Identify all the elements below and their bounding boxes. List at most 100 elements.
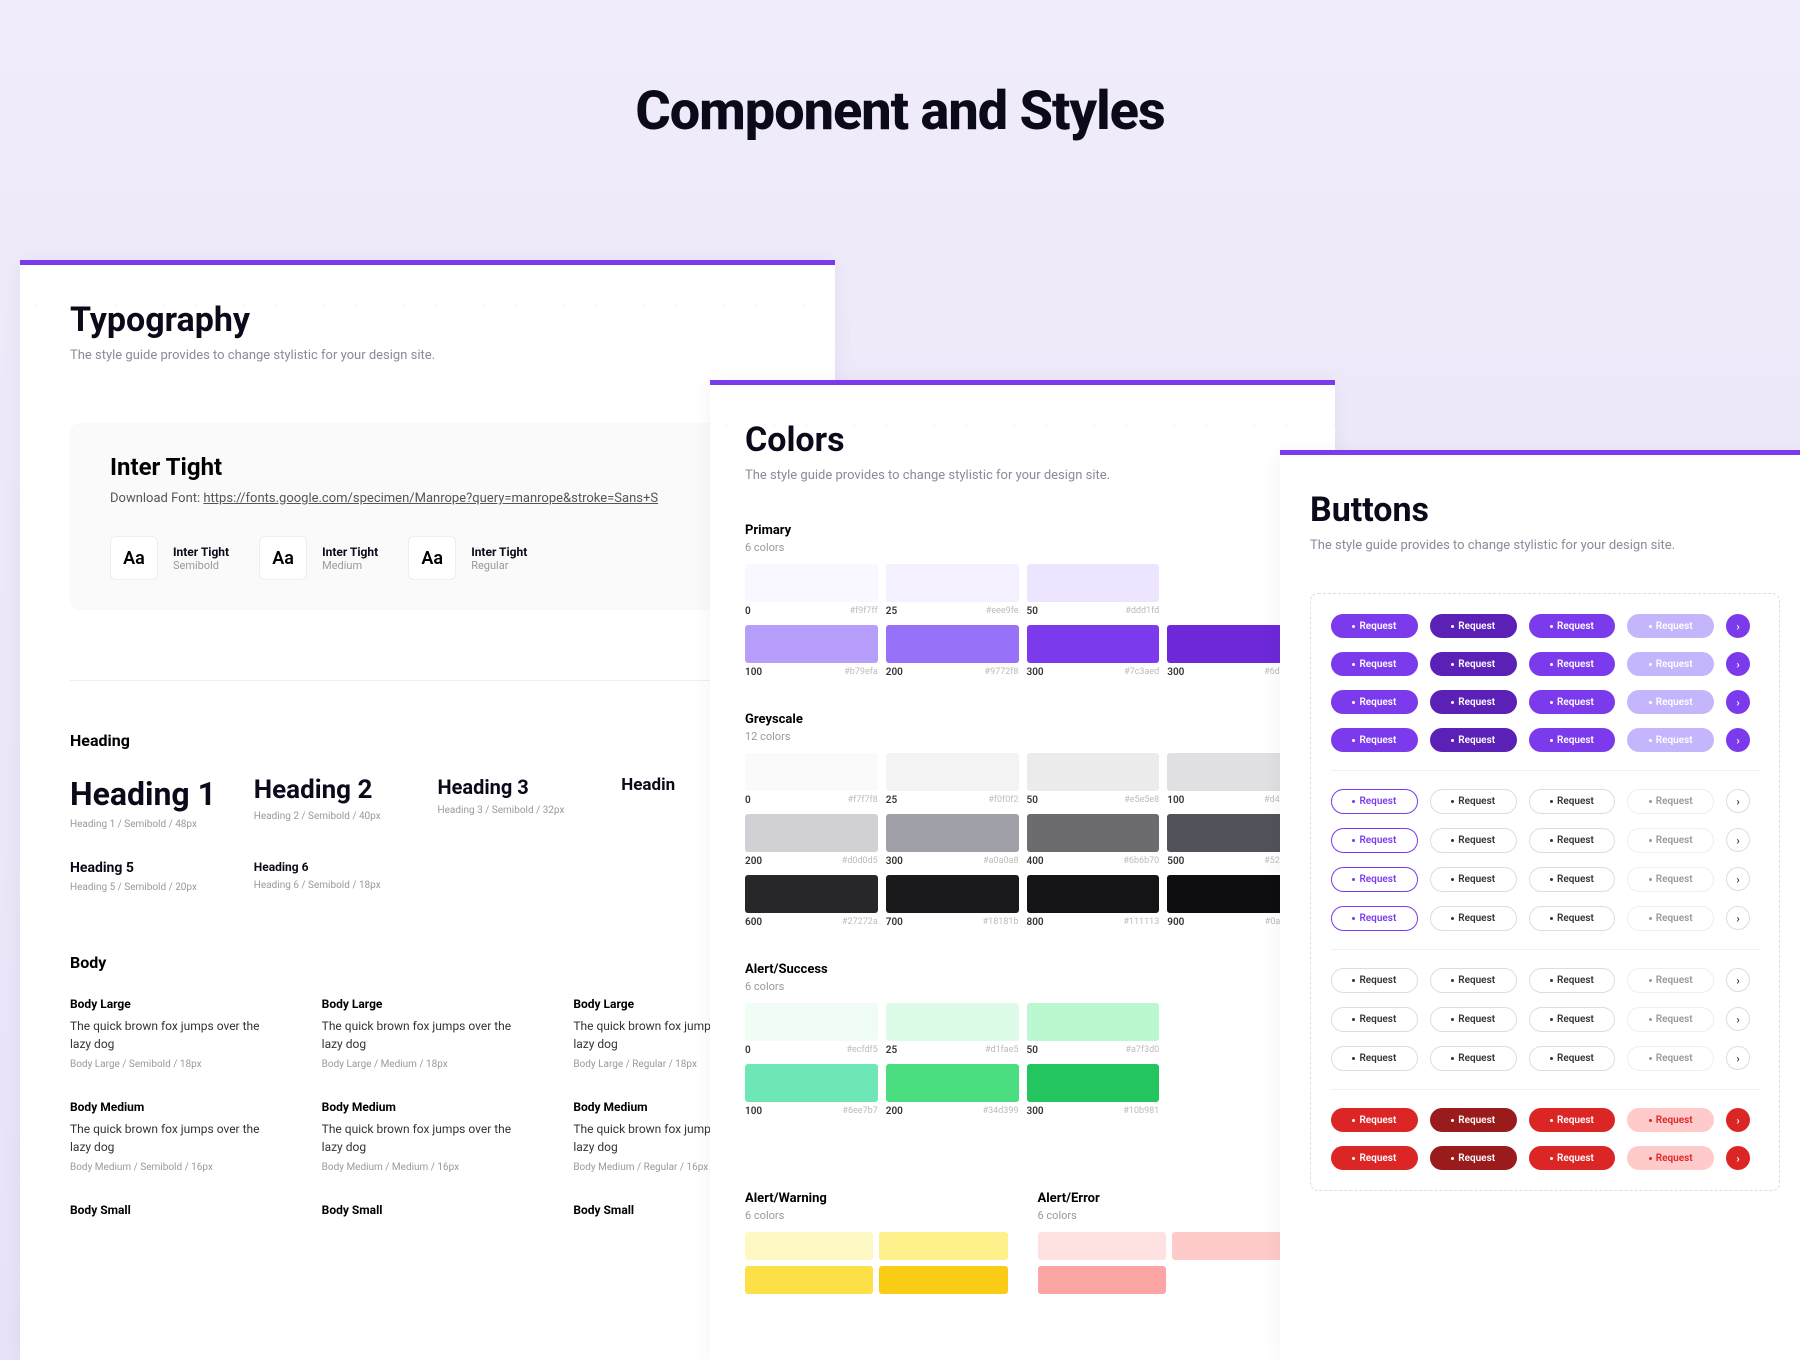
request-button[interactable]: Request bbox=[1627, 789, 1714, 814]
icon-button[interactable]: › bbox=[1726, 728, 1750, 752]
font-download-link[interactable]: https://fonts.google.com/specimen/Manrop… bbox=[203, 491, 658, 506]
request-button[interactable]: Request bbox=[1529, 1046, 1616, 1071]
request-button[interactable]: Request bbox=[1430, 1108, 1517, 1132]
request-button[interactable]: Request bbox=[1430, 1007, 1517, 1032]
request-button[interactable]: Request bbox=[1627, 614, 1714, 638]
request-button[interactable]: Request bbox=[1627, 968, 1714, 993]
request-button[interactable]: Request bbox=[1331, 789, 1418, 814]
request-button[interactable]: Request bbox=[1331, 1108, 1418, 1132]
color-swatch bbox=[1038, 1266, 1166, 1294]
request-button[interactable]: Request bbox=[1529, 652, 1616, 676]
icon-button[interactable]: › bbox=[1726, 789, 1750, 813]
request-button[interactable]: Request bbox=[1529, 867, 1616, 892]
icon-button[interactable]: › bbox=[1726, 1108, 1750, 1132]
request-button[interactable]: Request bbox=[1529, 614, 1616, 638]
body-sample: Body Small bbox=[322, 1203, 534, 1223]
request-button[interactable]: Request bbox=[1331, 652, 1418, 676]
request-button[interactable]: Request bbox=[1529, 906, 1616, 931]
request-button[interactable]: Request bbox=[1331, 968, 1418, 993]
request-button[interactable]: Request bbox=[1627, 652, 1714, 676]
request-button[interactable]: Request bbox=[1627, 1046, 1714, 1071]
color-swatch: 0#f9f7ff bbox=[745, 564, 878, 621]
color-swatch: 50#ddd1fd bbox=[1027, 564, 1160, 621]
colors-card: Colors The style guide provides to chang… bbox=[710, 380, 1335, 1360]
request-button[interactable]: Request bbox=[1529, 1146, 1616, 1170]
request-button[interactable]: Request bbox=[1331, 828, 1418, 853]
request-button[interactable]: Request bbox=[1627, 1146, 1714, 1170]
request-button[interactable]: Request bbox=[1430, 906, 1517, 931]
request-button[interactable]: Request bbox=[1529, 728, 1616, 752]
buttons-title: Buttons bbox=[1310, 490, 1780, 530]
icon-button[interactable]: › bbox=[1726, 968, 1750, 992]
color-swatch: 0#f7f7f8 bbox=[745, 753, 878, 810]
color-swatch: 25#d1fae5 bbox=[886, 1003, 1019, 1060]
color-swatch bbox=[879, 1266, 1007, 1294]
request-button[interactable]: Request bbox=[1627, 728, 1714, 752]
body-sample: Body MediumThe quick brown fox jumps ove… bbox=[322, 1100, 534, 1173]
request-button[interactable]: Request bbox=[1430, 1146, 1517, 1170]
glyph-box: Aa bbox=[259, 536, 307, 580]
color-swatch: 0#ecfdf5 bbox=[745, 1003, 878, 1060]
body-sample: Body MediumThe quick brown fox jumps ove… bbox=[70, 1100, 282, 1173]
color-swatch: 300#a0a0a8 bbox=[886, 814, 1019, 871]
request-button[interactable]: Request bbox=[1331, 1046, 1418, 1071]
color-swatch: 100#6ee7b7 bbox=[745, 1064, 878, 1121]
request-button[interactable]: Request bbox=[1430, 1046, 1517, 1071]
request-button[interactable]: Request bbox=[1627, 690, 1714, 714]
icon-button[interactable]: › bbox=[1726, 1146, 1750, 1170]
request-button[interactable]: Request bbox=[1529, 828, 1616, 853]
request-button[interactable]: Request bbox=[1331, 690, 1418, 714]
icon-button[interactable]: › bbox=[1726, 906, 1750, 930]
icon-button[interactable]: › bbox=[1726, 690, 1750, 714]
weight-value: Regular bbox=[471, 559, 527, 572]
request-button[interactable]: Request bbox=[1430, 728, 1517, 752]
body-sample: Body Small bbox=[70, 1203, 282, 1223]
request-button[interactable]: Request bbox=[1331, 867, 1418, 892]
request-button[interactable]: Request bbox=[1529, 690, 1616, 714]
request-button[interactable]: Request bbox=[1529, 1108, 1616, 1132]
request-button[interactable]: Request bbox=[1430, 968, 1517, 993]
color-swatch bbox=[879, 1232, 1007, 1260]
request-button[interactable]: Request bbox=[1430, 789, 1517, 814]
request-button[interactable]: Request bbox=[1529, 1007, 1616, 1032]
color-swatch: 300#7c3aed bbox=[1027, 625, 1160, 682]
glyph-box: Aa bbox=[110, 536, 158, 580]
request-button[interactable]: Request bbox=[1430, 690, 1517, 714]
request-button[interactable]: Request bbox=[1430, 614, 1517, 638]
request-button[interactable]: Request bbox=[1430, 828, 1517, 853]
page-title: Component and Styles bbox=[0, 0, 1800, 193]
icon-button[interactable]: › bbox=[1726, 867, 1750, 891]
request-button[interactable]: Request bbox=[1331, 1146, 1418, 1170]
typography-subtitle: The style guide provides to change styli… bbox=[70, 348, 785, 363]
request-button[interactable]: Request bbox=[1331, 906, 1418, 931]
color-swatch: 50#a7f3d0 bbox=[1027, 1003, 1160, 1060]
request-button[interactable]: Request bbox=[1627, 828, 1714, 853]
icon-button[interactable]: › bbox=[1726, 1007, 1750, 1031]
request-button[interactable]: Request bbox=[1529, 968, 1616, 993]
request-button[interactable]: Request bbox=[1430, 867, 1517, 892]
request-button[interactable]: Request bbox=[1430, 652, 1517, 676]
weight-name: Inter Tight bbox=[322, 545, 378, 559]
icon-button[interactable]: › bbox=[1726, 652, 1750, 676]
buttons-subtitle: The style guide provides to change styli… bbox=[1310, 538, 1780, 553]
icon-button[interactable]: › bbox=[1726, 828, 1750, 852]
request-button[interactable]: Request bbox=[1627, 1007, 1714, 1032]
request-button[interactable]: Request bbox=[1331, 728, 1418, 752]
warning-title: Alert/Warning bbox=[745, 1191, 1008, 1206]
request-button[interactable]: Request bbox=[1331, 1007, 1418, 1032]
colors-subtitle: The style guide provides to change styli… bbox=[745, 468, 1300, 483]
weight-value: Medium bbox=[322, 559, 378, 572]
body-sample: Body LargeThe quick brown fox jumps over… bbox=[70, 997, 282, 1070]
error-title: Alert/Error bbox=[1038, 1191, 1301, 1206]
weight-value: Semibold bbox=[173, 559, 229, 572]
heading-sample: Heading 3Heading 3 / Semibold / 32px bbox=[438, 775, 602, 830]
icon-button[interactable]: › bbox=[1726, 614, 1750, 638]
color-group: Alert/Success6 colors0#ecfdf525#d1fae550… bbox=[745, 962, 1300, 1121]
request-button[interactable]: Request bbox=[1331, 614, 1418, 638]
request-button[interactable]: Request bbox=[1627, 1108, 1714, 1132]
color-swatch: 25#eee9fe bbox=[886, 564, 1019, 621]
request-button[interactable]: Request bbox=[1627, 867, 1714, 892]
request-button[interactable]: Request bbox=[1627, 906, 1714, 931]
request-button[interactable]: Request bbox=[1529, 789, 1616, 814]
icon-button[interactable]: › bbox=[1726, 1046, 1750, 1070]
